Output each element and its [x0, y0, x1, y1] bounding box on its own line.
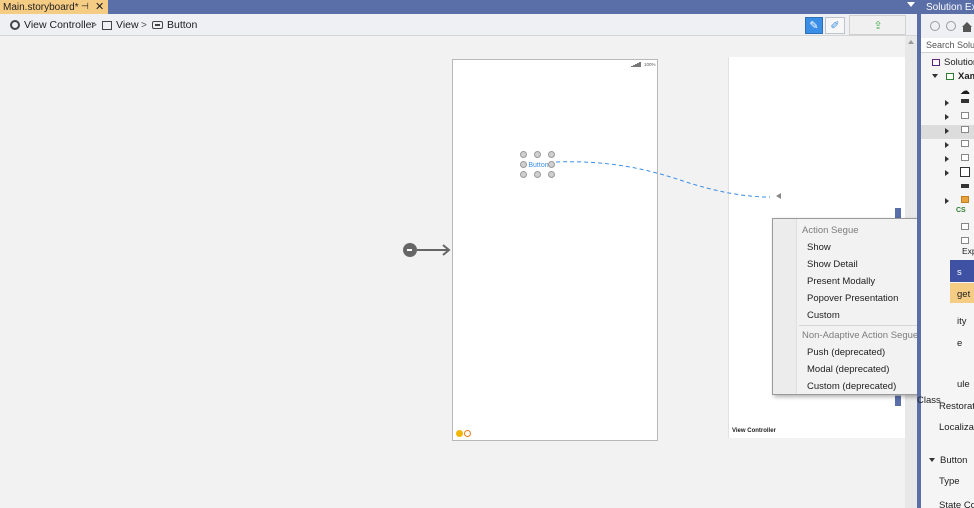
references-icon	[961, 184, 969, 188]
tree-label: Solution	[944, 56, 974, 68]
folder-icon	[961, 196, 969, 203]
property-label: e	[957, 338, 963, 349]
properties-selected-row	[950, 260, 974, 282]
solution-explorer-search-input[interactable]: Search Solution Explorer	[921, 38, 974, 53]
file-icon	[961, 237, 969, 244]
expand-icon[interactable]	[945, 170, 949, 176]
folder-icon	[961, 154, 969, 161]
expand-icon[interactable]	[945, 100, 949, 106]
references-icon	[961, 99, 969, 103]
solution-icon	[932, 58, 940, 66]
property-label-localization: Localization	[939, 422, 974, 433]
property-label-class: Class	[917, 395, 941, 406]
property-label-partial: get	[957, 289, 971, 300]
tree-label-partial: Exp	[962, 246, 974, 256]
expand-icon[interactable]	[945, 198, 949, 204]
collapse-icon[interactable]	[929, 458, 935, 462]
expand-icon[interactable]	[945, 156, 949, 162]
tree-item-solution[interactable]: Solution	[932, 55, 974, 69]
property-label-restoration: Restoration	[939, 401, 974, 412]
expand-icon[interactable]	[945, 128, 949, 134]
tree-label: Xam	[958, 70, 974, 82]
section-label: Button	[940, 454, 968, 466]
home-icon[interactable]	[0, 0, 974, 508]
folder-icon	[961, 112, 969, 119]
file-icon	[961, 223, 969, 230]
assets-icon	[960, 167, 970, 177]
property-section-button[interactable]: Button	[929, 453, 967, 467]
property-label-state: State Co	[939, 500, 974, 508]
property-label-type: Type	[939, 476, 960, 487]
tree-label-partial: CS	[956, 207, 966, 214]
property-label: ity	[957, 316, 967, 327]
expand-icon[interactable]	[945, 114, 949, 120]
connected-services-icon[interactable]: ☁	[960, 84, 970, 98]
project-icon	[946, 72, 954, 80]
folder-icon	[961, 126, 969, 133]
expand-icon[interactable]	[932, 74, 938, 78]
property-label-partial: s	[957, 267, 962, 278]
folder-icon	[961, 140, 969, 147]
property-label: ule	[957, 379, 970, 390]
tree-item-project[interactable]: Xam	[932, 69, 974, 83]
expand-icon[interactable]	[945, 142, 949, 148]
